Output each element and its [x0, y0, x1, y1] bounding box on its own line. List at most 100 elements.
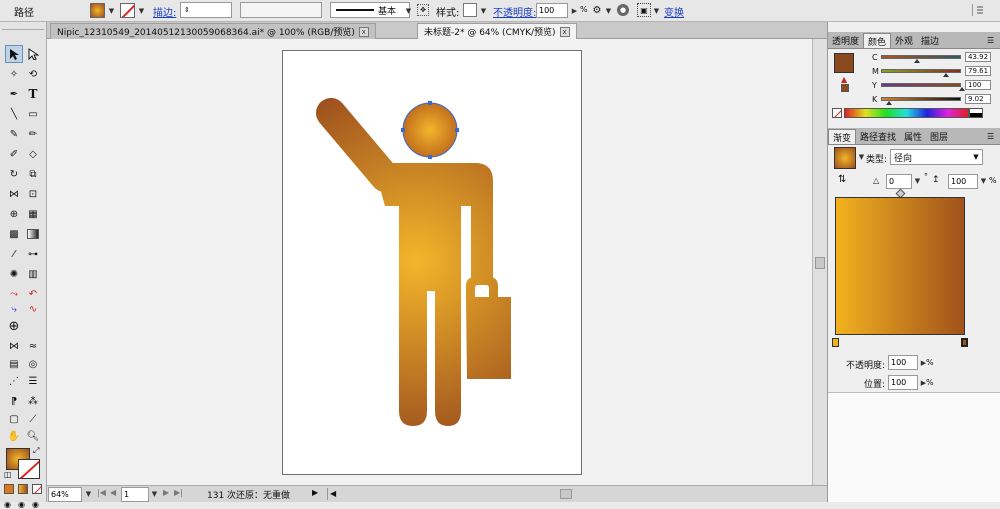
stop-opacity-input[interactable]	[888, 355, 918, 370]
gradient-stop-end[interactable]	[961, 338, 968, 347]
tab-layers[interactable]: 图层	[926, 129, 952, 144]
vertical-scrollbar[interactable]	[812, 39, 827, 485]
channel-value[interactable]: 100	[965, 80, 991, 90]
rotate-tool-icon[interactable]: ↻	[5, 165, 23, 183]
tools-grip[interactable]	[2, 24, 44, 30]
pencil-tool-icon[interactable]: ✏	[24, 125, 42, 143]
gradient-type-select[interactable]: 径向 ▼	[890, 149, 983, 165]
type-tool-icon[interactable]: T	[24, 85, 42, 103]
variable-width-select[interactable]	[240, 2, 322, 18]
globe-icon[interactable]: ●	[617, 4, 629, 16]
width-tool-icon[interactable]: ⋈	[5, 185, 23, 203]
brush-profile-select[interactable]: 基本	[330, 2, 410, 18]
rectangle-tool-icon[interactable]: ▭	[24, 105, 42, 123]
column-graph-tool-icon[interactable]: ▥	[24, 265, 42, 283]
hscroll-thumb[interactable]	[560, 489, 572, 499]
head[interactable]	[401, 101, 459, 159]
style-swatch[interactable]	[463, 3, 477, 17]
tab-gradient[interactable]: 渐变	[828, 129, 857, 144]
anchor-point[interactable]	[428, 101, 432, 105]
scrollbar-thumb[interactable]	[815, 257, 825, 269]
channel-value[interactable]: 79.61	[965, 66, 991, 76]
black-white-swatch[interactable]	[969, 108, 983, 118]
symbol-sprayer-tool-icon[interactable]: ✺	[5, 265, 23, 283]
gradient-panel-menu-icon[interactable]: ☰	[987, 129, 1000, 144]
channel-slider[interactable]	[881, 69, 961, 77]
color-mode-icon[interactable]	[4, 484, 14, 494]
aspect-ratio-input[interactable]	[948, 174, 978, 189]
paintbrush-tool-icon[interactable]: ✎	[5, 125, 23, 143]
angle-input[interactable]	[886, 174, 912, 189]
magic-wand-tool-icon[interactable]: ✧	[5, 65, 23, 83]
shape-builder-tool-icon[interactable]: ⊕	[5, 205, 23, 223]
direct-selection-tool-icon[interactable]	[24, 45, 42, 63]
pen-tool-icon[interactable]: ✒	[5, 85, 23, 103]
reverse-gradient-icon[interactable]: ⇅	[838, 174, 846, 185]
gradient-ramp[interactable]	[835, 197, 965, 335]
gradient-preview-swatch[interactable]	[834, 147, 856, 169]
artboard-number-field[interactable]	[121, 487, 149, 502]
twirl-tool-icon[interactable]: ◎	[24, 355, 42, 373]
artboard-dropdown-arrow[interactable]: ▼	[149, 487, 160, 501]
line-tool-icon[interactable]: ╲	[5, 105, 23, 123]
panel-menu-icon[interactable]	[972, 4, 986, 16]
recolor-dropdown-arrow[interactable]: ▼	[603, 4, 614, 18]
draw-normal-icon[interactable]: ◉	[4, 500, 11, 509]
channel-slider[interactable]	[881, 83, 965, 91]
default-colors-icon[interactable]: ◫	[4, 470, 12, 479]
hand-tool-icon[interactable]: ✋	[5, 427, 23, 445]
perspective-grid-tool-icon[interactable]: ▦	[24, 205, 42, 223]
tab-color[interactable]: 颜色	[863, 33, 892, 48]
tab-properties[interactable]: 属性	[900, 129, 926, 144]
slice-tool-icon[interactable]: ⁂	[24, 392, 42, 410]
tab-appearance[interactable]: 外观	[891, 33, 917, 48]
fill-dropdown-arrow[interactable]: ▼	[106, 4, 117, 18]
smooth-tool-icon[interactable]: ∿	[24, 300, 42, 318]
blob-brush-tool-icon[interactable]: ✐	[5, 145, 23, 163]
horizontal-scrollbar[interactable]: ◀	[327, 488, 827, 500]
warp-tool-icon[interactable]: ⋈	[5, 337, 23, 355]
gamut-swatch[interactable]	[841, 84, 849, 92]
stop-location-input[interactable]	[888, 375, 918, 390]
brush-dropdown-arrow[interactable]: ▼	[403, 4, 414, 18]
eraser-tool-icon[interactable]: ◇	[24, 145, 42, 163]
fill-swatch[interactable]	[90, 3, 105, 18]
close-icon[interactable]: x	[358, 26, 369, 37]
channel-slider[interactable]	[881, 97, 961, 105]
color-spectrum-bar[interactable]	[844, 108, 969, 118]
crosshair-tool-icon[interactable]: ⊕	[5, 317, 23, 335]
knife-tool-icon[interactable]: ⟋	[24, 410, 42, 428]
artboard-tool-icon[interactable]: ▢	[5, 410, 23, 428]
stroke-dropdown-arrow[interactable]: ▼	[136, 4, 147, 18]
tab-stroke[interactable]: 描边	[917, 33, 943, 48]
zoom-dropdown-arrow[interactable]: ▼	[83, 487, 94, 501]
stroke-link[interactable]: 描边:	[153, 4, 176, 19]
opacity-link[interactable]: 不透明度:	[493, 4, 536, 19]
stroke-weight-select[interactable]: ⇕	[180, 2, 232, 18]
next-artboard-icon[interactable]: ▶	[163, 488, 169, 497]
first-artboard-icon[interactable]: |◀	[97, 488, 106, 497]
anchor-point[interactable]	[401, 128, 405, 132]
anchor-point[interactable]	[455, 128, 459, 132]
eyedropper-tool-icon[interactable]: ⁄	[5, 245, 23, 263]
channel-value[interactable]: 9.02	[965, 94, 991, 104]
status-menu-arrow[interactable]: ▶	[312, 488, 318, 497]
tab-document-2[interactable]: 未标题-2* @ 64% (CMYK/预览) x	[417, 23, 577, 39]
recolor-icon[interactable]: ⚙	[590, 3, 604, 18]
gradient-stop-start[interactable]	[832, 338, 839, 347]
stroke-swatch[interactable]	[120, 3, 135, 18]
angle-dropdown-arrow[interactable]: ▼	[912, 174, 923, 188]
aspect-dropdown-arrow[interactable]: ▼	[978, 174, 989, 188]
envelope-tool-icon[interactable]: ▤	[5, 355, 23, 373]
join-tool-icon[interactable]: ⤷	[5, 300, 23, 318]
scatter-tool-icon[interactable]: ⋰	[5, 372, 23, 390]
scale-tool-icon[interactable]: ⧉	[24, 165, 42, 183]
tab-transparency[interactable]: 透明度	[828, 33, 863, 48]
opacity-arrow[interactable]: ▶	[569, 4, 580, 18]
none-color-icon[interactable]	[832, 108, 842, 118]
tab-pathfinder[interactable]: 路径查找	[856, 129, 900, 144]
free-transform-tool-icon[interactable]: ⊡	[24, 185, 42, 203]
zoom-tool-icon[interactable]: 🔍︎	[24, 427, 42, 445]
draw-inside-icon[interactable]: ◉	[32, 500, 39, 509]
align-dropdown-arrow[interactable]: ▼	[651, 4, 662, 18]
